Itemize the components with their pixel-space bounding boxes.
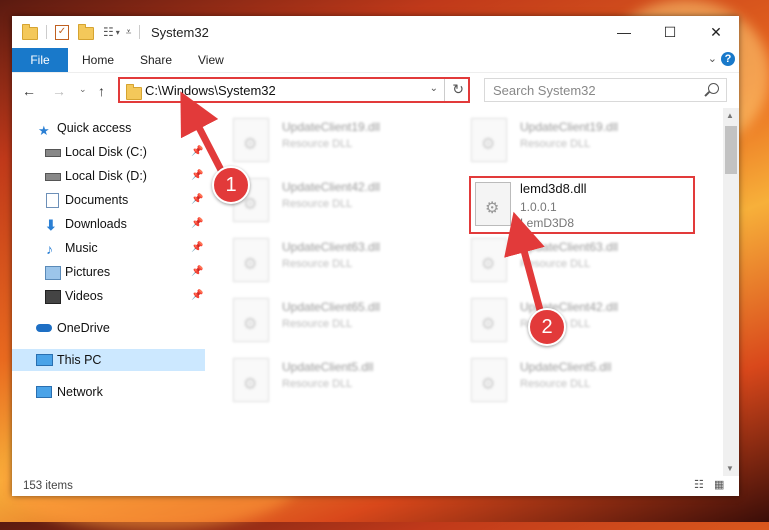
arrow-1 bbox=[180, 91, 226, 176]
callout-2: 2 bbox=[528, 308, 566, 346]
annotation-arrows bbox=[180, 91, 545, 314]
callout-1: 1 bbox=[212, 166, 250, 204]
arrow-2 bbox=[504, 211, 545, 314]
